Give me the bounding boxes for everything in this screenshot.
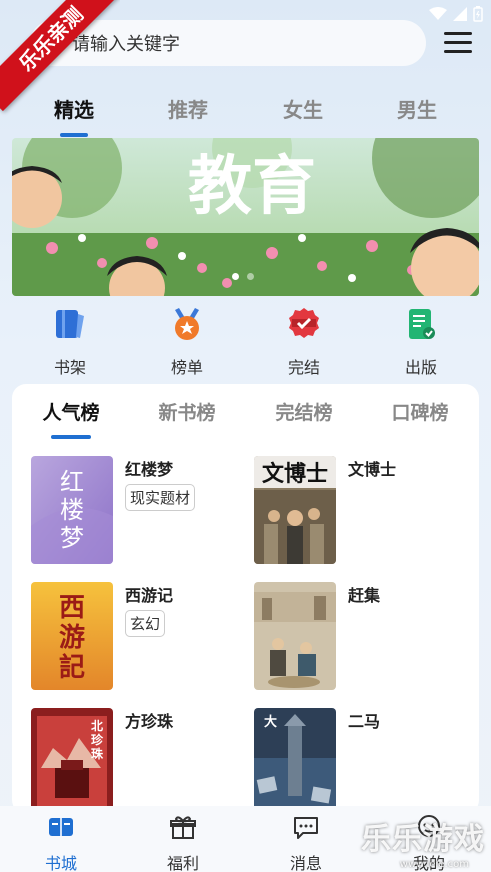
banner-dot (247, 273, 254, 280)
book-item[interactable]: 北 珍 珠 方珍珠 (31, 708, 251, 814)
cover-title-char: 北 (91, 718, 103, 733)
nav-label: 福利 (166, 854, 199, 872)
nav-label: 书城 (44, 854, 77, 872)
tab-label: 男生 (397, 98, 437, 122)
cover-title: 文博士 (262, 461, 328, 487)
cover-title-char: 西 (59, 593, 85, 623)
cover-title-char: 红 (60, 468, 84, 496)
book-item[interactable]: 西 游 記 西游记 玄幻 (31, 582, 251, 694)
rank-tab-new[interactable]: 新书榜 (142, 398, 232, 425)
book-item[interactable]: 文博士 文博士 (254, 456, 474, 568)
banner-headline: 教育 (188, 149, 316, 224)
nav-label: 消息 (289, 854, 322, 872)
banner-dot (232, 273, 239, 280)
quick-finished[interactable]: 完结 (264, 306, 344, 378)
cover-title-char: 楼 (60, 496, 84, 524)
book-open-icon (49, 818, 73, 836)
site-watermark: 乐乐游戏 (361, 822, 485, 857)
cover-title-char: 游 (59, 623, 85, 653)
book-cover: 西 游 記 (31, 582, 113, 690)
book-title: 西游记 (125, 586, 174, 605)
active-tab-indicator (60, 133, 88, 137)
menu-icon[interactable] (444, 32, 472, 56)
book-title: 文博士 (348, 460, 397, 479)
promo-banner[interactable]: 教育 (12, 138, 479, 296)
tab-female[interactable]: 女生 (263, 94, 343, 123)
quick-bookshelf[interactable]: 书架 (30, 306, 110, 378)
status-bar-icons (429, 6, 483, 22)
quick-label: 书架 (53, 358, 86, 377)
cover-title: 大 (264, 714, 277, 730)
quick-label: 榜单 (170, 358, 203, 377)
battery-icon (473, 6, 483, 22)
cover-title-char: 梦 (60, 524, 84, 552)
book-cover: 大 (254, 708, 336, 814)
message-icon (294, 817, 318, 839)
quick-label: 完结 (287, 358, 320, 377)
book-title: 方珍珠 (125, 712, 174, 731)
rank-tab-reputation[interactable]: 口碑榜 (375, 398, 465, 425)
rank-tab-label: 新书榜 (158, 402, 216, 424)
bookshelf-icon (56, 310, 84, 338)
rank-tab-label: 人气榜 (42, 402, 100, 424)
wifi-icon (429, 7, 447, 20)
quick-nav: 书架 榜单 完结 出版 (0, 306, 491, 378)
ranking-panel: 人气榜 新书榜 完结榜 口碑榜 红 楼 梦 红楼梦 现实题材 文博士 文博士 西… (12, 384, 479, 814)
book-cover: 文博士 (254, 456, 336, 564)
cover-title-char: 珍 (91, 732, 104, 747)
cover-title-char: 珠 (91, 746, 104, 761)
quick-label: 出版 (404, 358, 437, 377)
rank-tab-label: 口碑榜 (391, 402, 449, 424)
finished-badge-icon (289, 308, 319, 338)
quick-ranking[interactable]: 榜单 (147, 306, 227, 378)
rank-tab-label: 完结榜 (275, 402, 333, 424)
site-watermark-url: www.lele.com (399, 859, 469, 870)
nav-benefits[interactable]: 福利 (143, 814, 223, 872)
signal-icon (453, 7, 467, 21)
book-title: 二马 (348, 712, 381, 731)
rank-tab-popular[interactable]: 人气榜 (26, 398, 116, 439)
book-title: 赶集 (348, 586, 381, 605)
quick-publish[interactable]: 出版 (381, 306, 461, 378)
tab-label: 女生 (283, 98, 323, 122)
ribbon-label: 乐乐亲测 (0, 0, 120, 112)
test-ribbon: 乐乐亲测 (0, 0, 120, 120)
book-item[interactable]: 红 楼 梦 红楼梦 现实题材 (31, 456, 251, 568)
book-cover: 北 珍 珠 (31, 708, 113, 814)
book-cover: 红 楼 梦 (31, 456, 113, 564)
tab-recommend[interactable]: 推荐 (148, 94, 228, 123)
book-item[interactable]: 赶集 (254, 582, 474, 694)
rank-tab-finished[interactable]: 完结榜 (259, 398, 349, 425)
active-rank-indicator (51, 435, 91, 439)
book-cover (254, 582, 336, 690)
tab-male[interactable]: 男生 (377, 94, 457, 123)
book-title: 红楼梦 (125, 460, 174, 479)
book-tag: 玄幻 (125, 610, 166, 637)
banner-pagination (232, 273, 254, 280)
book-tag: 现实题材 (125, 484, 196, 511)
gift-icon (170, 816, 196, 839)
tab-label: 推荐 (168, 98, 208, 122)
cover-title-char: 記 (59, 652, 85, 683)
medal-icon (175, 308, 199, 340)
nav-messages[interactable]: 消息 (266, 814, 346, 872)
nav-bookstore[interactable]: 书城 (21, 814, 101, 872)
publish-doc-icon (409, 309, 435, 339)
book-item[interactable]: 大 二马 (254, 708, 474, 814)
